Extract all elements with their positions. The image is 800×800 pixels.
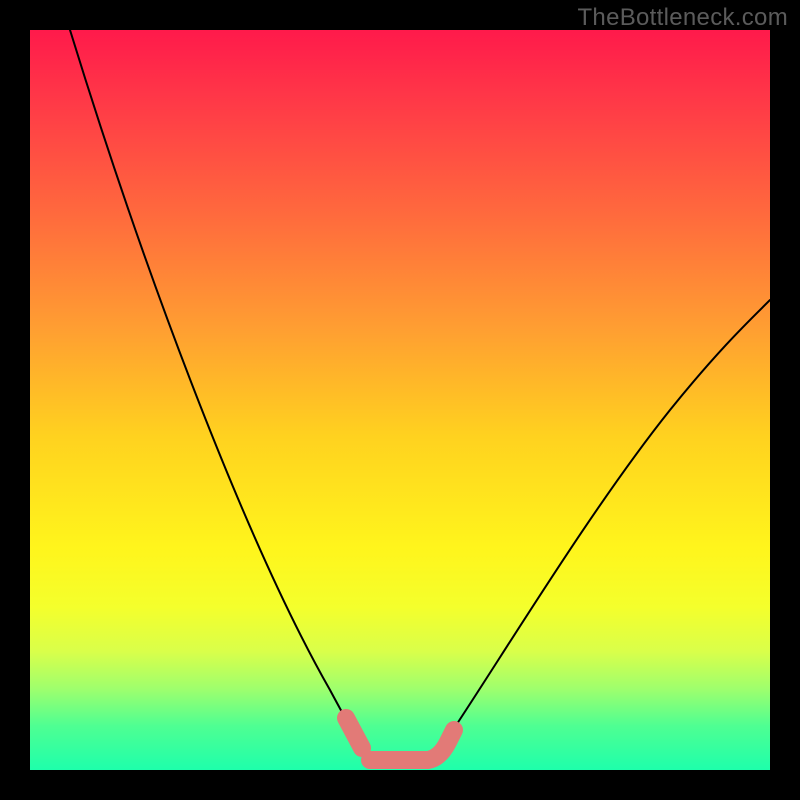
curve-right-branch — [445, 300, 770, 742]
watermark-text: TheBottleneck.com — [577, 4, 788, 32]
plot-area — [30, 30, 770, 770]
chart-frame: TheBottleneck.com — [0, 0, 800, 800]
highlight-left-stub — [346, 718, 362, 748]
highlight-bottom — [370, 730, 454, 760]
curve-layer — [30, 30, 770, 770]
curve-left-branch — [70, 30, 358, 742]
